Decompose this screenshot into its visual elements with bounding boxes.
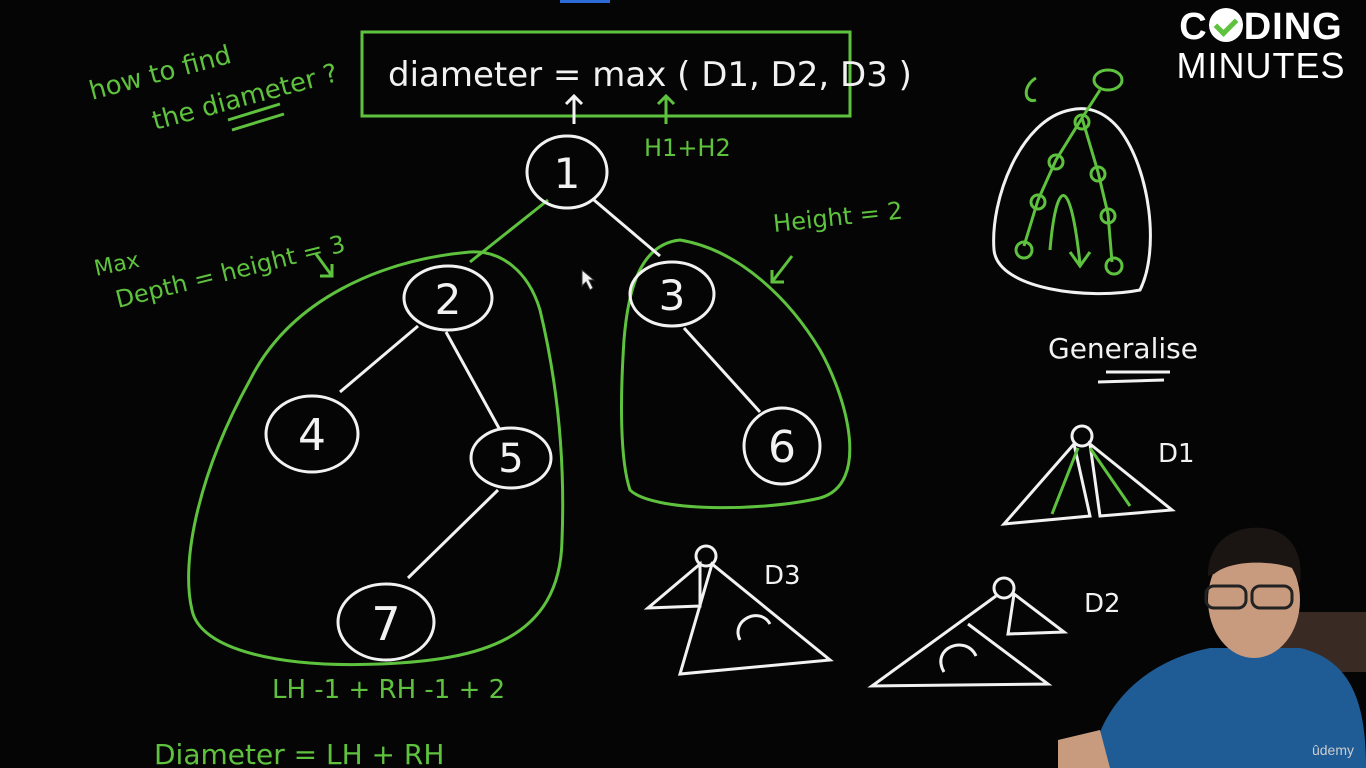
tree-nodes: 1 2 3 4 5 6 7 (264, 134, 822, 662)
svg-text:5: 5 (498, 436, 523, 482)
case-d2-sketch: D2 (867, 576, 1121, 688)
case-d1-label: D1 (1158, 439, 1195, 469)
path-tree-sketch (992, 68, 1152, 296)
formula-hint: H1+H2 (644, 134, 731, 162)
tree-node: 4 (264, 394, 360, 474)
case-d2-label: D2 (1084, 589, 1121, 619)
formula-box: diameter = max ( D1, D2, D3 ) H1+H2 (360, 30, 912, 162)
whiteboard: how to find the diameter ? diameter = ma… (86, 30, 1366, 768)
depth-height-label: Depth = height = 3 (113, 230, 348, 314)
max-label: Max (92, 248, 142, 282)
tree-node: 2 (402, 264, 494, 332)
tree-edges (339, 198, 762, 580)
svg-text:3: 3 (659, 271, 686, 320)
diameter-bottom-label: Diameter = LH + RH (154, 738, 444, 768)
height-right-label: Height = 2 (772, 197, 904, 238)
lh-rh-label: LH -1 + RH -1 + 2 (272, 675, 505, 705)
generalise-label: Generalise (1048, 332, 1198, 365)
svg-text:7: 7 (371, 597, 400, 651)
svg-text:4: 4 (298, 410, 326, 461)
presenter-webcam (1058, 527, 1366, 768)
tree-node: 7 (336, 582, 436, 662)
svg-text:2: 2 (435, 275, 462, 324)
annotations: Max Depth = height = 3 Height = 2 LH -1 … (92, 197, 904, 768)
tree-node: 1 (525, 134, 609, 210)
question-note: how to find the diameter ? (86, 40, 341, 137)
tree-node: 6 (742, 406, 822, 486)
mouse-cursor-icon (581, 268, 596, 291)
checkmark-icon (1208, 7, 1243, 42)
tree-node: 5 (469, 426, 553, 490)
generalise-section: Generalise (1048, 332, 1198, 384)
tree-node: 3 (628, 260, 716, 328)
coding-minutes-logo: C DING MINUTES (1176, 6, 1346, 86)
case-d1-sketch: D1 (1000, 424, 1195, 526)
svg-text:6: 6 (768, 422, 796, 473)
udemy-watermark: ûdemy (1311, 742, 1354, 758)
svg-text:1: 1 (554, 149, 581, 198)
case-d3-sketch: D3 (643, 544, 834, 676)
formula-text: diameter = max ( D1, D2, D3 ) (388, 55, 912, 95)
case-d3-label: D3 (764, 561, 801, 591)
